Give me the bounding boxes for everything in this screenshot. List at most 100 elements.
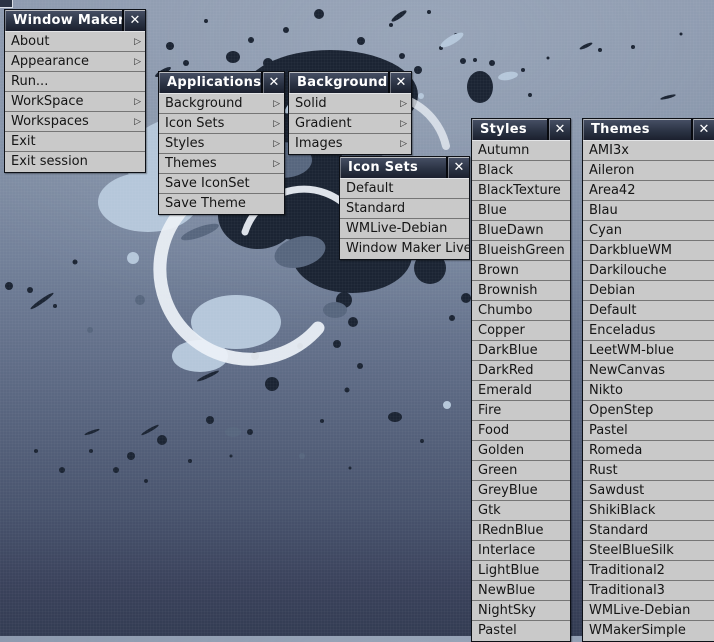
menu-item[interactable]: Exit bbox=[5, 132, 145, 152]
menu-item-label: Emerald bbox=[478, 383, 532, 398]
close-button[interactable]: ✕ bbox=[263, 72, 284, 93]
menu-item[interactable]: WorkSpace▷ bbox=[5, 92, 145, 112]
menu-item[interactable]: Romeda bbox=[583, 441, 714, 461]
menu-item[interactable]: Icon Sets▷ bbox=[159, 114, 284, 134]
menu-item[interactable]: Pastel bbox=[583, 421, 714, 441]
menu-background: Background ✕ Solid▷Gradient▷Images▷ bbox=[288, 71, 412, 155]
menu-title-themes[interactable]: Themes bbox=[583, 119, 691, 140]
menu-item[interactable]: Interlace bbox=[472, 541, 570, 561]
menu-item[interactable]: WMLive-Debian bbox=[583, 601, 714, 621]
menu-item-label: Standard bbox=[589, 523, 648, 538]
menu-item[interactable]: WMLive-Debian bbox=[340, 219, 469, 239]
menu-item[interactable]: Rust bbox=[583, 461, 714, 481]
offscreen-window-fragment bbox=[0, 0, 13, 8]
menu-item-label: Fire bbox=[478, 403, 501, 418]
menu-item[interactable]: Cyan bbox=[583, 221, 714, 241]
menu-item-label: Blue bbox=[478, 203, 507, 218]
close-icon: ✕ bbox=[699, 122, 710, 137]
menu-item-label: Default bbox=[589, 303, 637, 318]
menu-item[interactable]: Run... bbox=[5, 72, 145, 92]
menu-item[interactable]: Enceladus bbox=[583, 321, 714, 341]
menu-item[interactable]: Area42 bbox=[583, 181, 714, 201]
menu-item[interactable]: Emerald bbox=[472, 381, 570, 401]
menu-item[interactable]: Copper bbox=[472, 321, 570, 341]
menu-item-label: Enceladus bbox=[589, 323, 655, 338]
menu-item[interactable]: Darkilouche bbox=[583, 261, 714, 281]
menu-item[interactable]: IRednBlue bbox=[472, 521, 570, 541]
menu-item[interactable]: Blue bbox=[472, 201, 570, 221]
menu-item[interactable]: Golden bbox=[472, 441, 570, 461]
menu-titlebar: Icon Sets ✕ bbox=[340, 157, 469, 178]
menu-item-label: Run... bbox=[11, 74, 48, 89]
menu-title-icon-sets[interactable]: Icon Sets bbox=[340, 157, 446, 178]
menu-item[interactable]: GreyBlue bbox=[472, 481, 570, 501]
menu-item[interactable]: About▷ bbox=[5, 32, 145, 52]
menu-item[interactable]: Images▷ bbox=[289, 134, 411, 154]
menu-item[interactable]: Brownish bbox=[472, 281, 570, 301]
menu-item[interactable]: Fire bbox=[472, 401, 570, 421]
menu-item[interactable]: Food bbox=[472, 421, 570, 441]
menu-item[interactable]: AMI3x bbox=[583, 141, 714, 161]
menu-item[interactable]: Save Theme bbox=[159, 194, 284, 214]
menu-item[interactable]: Save IconSet bbox=[159, 174, 284, 194]
menu-item[interactable]: Background▷ bbox=[159, 94, 284, 114]
menu-item[interactable]: Blau bbox=[583, 201, 714, 221]
menu-item-label: Chumbo bbox=[478, 303, 532, 318]
menu-item[interactable]: LightBlue bbox=[472, 561, 570, 581]
menu-item[interactable]: NewCanvas bbox=[583, 361, 714, 381]
menu-item[interactable]: Default bbox=[340, 179, 469, 199]
menu-item[interactable]: DarkRed bbox=[472, 361, 570, 381]
menu-item[interactable]: Aileron bbox=[583, 161, 714, 181]
menu-item-label: Autumn bbox=[478, 143, 529, 158]
menu-item-label: Traditional2 bbox=[589, 563, 665, 578]
menu-item[interactable]: NightSky bbox=[472, 601, 570, 621]
menu-title-window-maker[interactable]: Window Maker bbox=[5, 10, 122, 31]
submenu-arrow-icon: ▷ bbox=[273, 94, 280, 114]
menu-item[interactable]: Traditional2 bbox=[583, 561, 714, 581]
menu-item[interactable]: Exit session bbox=[5, 152, 145, 172]
menu-item[interactable]: Themes▷ bbox=[159, 154, 284, 174]
menu-item[interactable]: Standard bbox=[340, 199, 469, 219]
close-button[interactable]: ✕ bbox=[124, 10, 145, 31]
menu-item[interactable]: Pastel bbox=[472, 621, 570, 641]
menu-item[interactable]: BlackTexture bbox=[472, 181, 570, 201]
close-button[interactable]: ✕ bbox=[448, 157, 469, 178]
menu-item[interactable]: ShikiBlack bbox=[583, 501, 714, 521]
menu-item[interactable]: Standard bbox=[583, 521, 714, 541]
menu-item[interactable]: Gradient▷ bbox=[289, 114, 411, 134]
menu-item[interactable]: Appearance▷ bbox=[5, 52, 145, 72]
menu-item[interactable]: Autumn bbox=[472, 141, 570, 161]
close-button[interactable]: ✕ bbox=[390, 72, 411, 93]
menu-item[interactable]: Window Maker Live bbox=[340, 239, 469, 259]
menu-item[interactable]: Debian bbox=[583, 281, 714, 301]
menu-item[interactable]: Solid▷ bbox=[289, 94, 411, 114]
menu-item[interactable]: Chumbo bbox=[472, 301, 570, 321]
menu-item[interactable]: WMakerSimple bbox=[583, 621, 714, 641]
menu-item[interactable]: Workspaces▷ bbox=[5, 112, 145, 132]
menu-item[interactable]: Default bbox=[583, 301, 714, 321]
menu-item[interactable]: Gtk bbox=[472, 501, 570, 521]
menu-item[interactable]: Nikto bbox=[583, 381, 714, 401]
menu-item[interactable]: BlueishGreen bbox=[472, 241, 570, 261]
menu-titlebar: Window Maker ✕ bbox=[5, 10, 145, 31]
menu-item[interactable]: Styles▷ bbox=[159, 134, 284, 154]
menu-item[interactable]: NewBlue bbox=[472, 581, 570, 601]
menu-item[interactable]: DarkblueWM bbox=[583, 241, 714, 261]
menu-item[interactable]: Black bbox=[472, 161, 570, 181]
menu-item[interactable]: LeetWM-blue bbox=[583, 341, 714, 361]
menu-item[interactable]: OpenStep bbox=[583, 401, 714, 421]
close-button[interactable]: ✕ bbox=[549, 119, 570, 140]
menu-item[interactable]: Green bbox=[472, 461, 570, 481]
close-button[interactable]: ✕ bbox=[693, 119, 714, 140]
menu-item[interactable]: BlueDawn bbox=[472, 221, 570, 241]
menu-title-styles[interactable]: Styles bbox=[472, 119, 547, 140]
menu-themes: Themes ✕ AMI3xAileronArea42BlauCyanDarkb… bbox=[582, 118, 714, 642]
menu-item[interactable]: SteelBlueSilk bbox=[583, 541, 714, 561]
menu-title-applications[interactable]: Applications bbox=[159, 72, 261, 93]
menu-item[interactable]: DarkBlue bbox=[472, 341, 570, 361]
menu-item-label: Brown bbox=[478, 263, 519, 278]
menu-item[interactable]: Brown bbox=[472, 261, 570, 281]
menu-item[interactable]: Sawdust bbox=[583, 481, 714, 501]
menu-item[interactable]: Traditional3 bbox=[583, 581, 714, 601]
menu-title-background[interactable]: Background bbox=[289, 72, 388, 93]
